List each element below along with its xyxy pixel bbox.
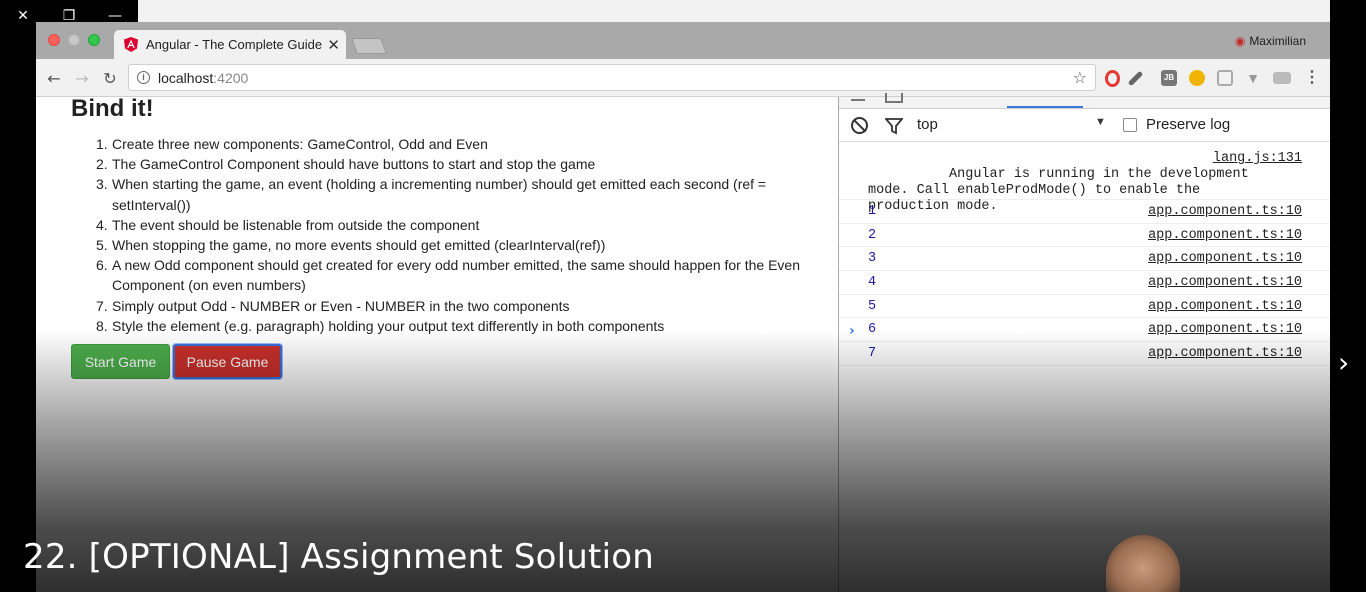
new-tab-button[interactable] <box>351 38 387 54</box>
list-item: 5. When stopping the game, no more events… <box>96 237 606 254</box>
window-zoom-button[interactable] <box>88 34 100 46</box>
chevron-down-icon[interactable]: ▼ <box>1095 116 1106 128</box>
list-item: 7. Simply output Odd - NUMBER or Even - N… <box>96 297 570 314</box>
console-row: 5 app.component.ts:10 <box>839 295 1330 319</box>
address-port: :4200 <box>213 69 249 86</box>
console-toolbar: top ▼ Preserve log <box>839 110 1330 142</box>
inspect-icon[interactable] <box>851 93 865 101</box>
forward-icon[interactable]: → <box>72 68 92 88</box>
log-value: 6 <box>868 322 877 338</box>
list-item: 8. Style the element (e.g. paragraph) hol… <box>96 317 665 334</box>
window-close-button[interactable] <box>48 34 60 46</box>
console-row: 7 app.component.ts:10 <box>839 342 1330 366</box>
tab-bar: Angular - The Complete Guide ✕ ◉ Maximil… <box>36 22 1330 59</box>
console-source-link[interactable]: lang.js:131 <box>1213 151 1302 167</box>
console-source-link[interactable]: app.component.ts:10 <box>1148 224 1302 247</box>
back-icon[interactable]: ← <box>44 68 64 88</box>
profile-button[interactable]: ◉ Maximilian <box>1235 34 1306 48</box>
video-caption: 22. [OPTIONAL] Assignment Solution <box>23 537 654 577</box>
device-toolbar-icon[interactable] <box>885 93 903 103</box>
list-item: 1. Create three new components: GameContr… <box>96 136 488 152</box>
console-row: 3 app.component.ts:10 <box>839 247 1330 272</box>
start-game-button[interactable]: Start Game <box>71 344 170 379</box>
console-source-link[interactable]: app.component.ts:10 <box>1148 271 1302 294</box>
opera-extension-icon[interactable] <box>1105 70 1120 87</box>
tab-close-icon[interactable]: ✕ <box>327 36 340 54</box>
vue-extension-icon[interactable]: ▼ <box>1245 70 1261 86</box>
list-item: 6. A new Odd component should get created… <box>96 257 800 294</box>
tab-console-indicator <box>1007 106 1083 108</box>
camera-extension-icon[interactable] <box>1273 72 1291 84</box>
angular-logo-icon <box>124 37 138 52</box>
log-value: 3 <box>868 251 877 267</box>
color-picker-extension-icon[interactable] <box>1127 70 1144 87</box>
info-icon[interactable]: i <box>137 71 150 84</box>
bookmark-star-icon[interactable]: ☆ <box>1073 68 1087 87</box>
preserve-log-checkbox[interactable] <box>1123 118 1137 132</box>
console-source-link[interactable]: app.component.ts:10 <box>1148 247 1302 270</box>
pause-game-button[interactable]: Pause Game <box>173 344 282 379</box>
preserve-log-label: Preserve log <box>1146 116 1231 133</box>
console-source-link[interactable]: app.component.ts:10 <box>1148 295 1302 318</box>
devtools-panel: top ▼ Preserve log Angular is running in… <box>839 93 1330 592</box>
gear-extension-icon[interactable] <box>1217 70 1233 86</box>
context-select[interactable]: top <box>917 116 938 133</box>
reload-icon[interactable]: ↻ <box>100 68 120 88</box>
browser-window: Angular - The Complete Guide ✕ ◉ Maximil… <box>36 22 1330 592</box>
list-item: 3. When starting the game, an event (hold… <box>96 176 767 213</box>
console-row: 4 app.component.ts:10 <box>839 271 1330 295</box>
console-prompt-icon[interactable]: › <box>849 323 855 339</box>
console-source-link[interactable]: app.component.ts:10 <box>1148 318 1302 341</box>
profile-icon: ◉ <box>1234 34 1246 48</box>
page-title: Bind it! <box>71 97 154 122</box>
tab-title: Angular - The Complete Guide <box>146 37 323 52</box>
jetbrains-extension-icon[interactable]: JB <box>1161 70 1177 86</box>
moon-extension-icon[interactable] <box>1189 70 1205 86</box>
profile-name: Maximilian <box>1249 34 1306 48</box>
console-output: Angular is running in the development mo… <box>839 143 1330 366</box>
console-source-link[interactable]: app.component.ts:10 <box>1148 342 1302 365</box>
address-bar[interactable]: i localhost:4200 ☆ <box>128 64 1096 91</box>
clear-console-icon[interactable] <box>851 117 868 134</box>
devtools-tab-strip <box>839 93 1330 109</box>
console-row: 6 app.component.ts:10 <box>839 318 1330 343</box>
page-content: Bind it! 1. Create three new components: … <box>36 97 838 592</box>
task-list: 1. Create three new components: GameContr… <box>96 134 812 336</box>
tab-angular-guide[interactable]: Angular - The Complete Guide ✕ <box>114 30 346 59</box>
browser-menu-icon[interactable]: ⋮ <box>1304 70 1320 86</box>
browser-toolbar: ← → ↻ i localhost:4200 ☆ JB ▼ ⋮ <box>36 59 1330 97</box>
window-minimize-button[interactable] <box>68 34 80 46</box>
top-strip <box>138 0 1330 22</box>
console-row: 2 app.component.ts:10 <box>839 224 1330 248</box>
console-message: Angular is running in the development mo… <box>839 143 1330 214</box>
console-source-link[interactable]: app.component.ts:10 <box>1148 200 1302 223</box>
log-value: 4 <box>868 275 877 291</box>
list-item: 2. The GameControl Component should have … <box>96 156 596 173</box>
address-host: localhost <box>158 69 214 86</box>
list-item: 4. The event should be listenable from ou… <box>96 216 480 233</box>
console-row: 1 app.component.ts:10 <box>839 200 1330 224</box>
filter-icon[interactable] <box>885 118 903 135</box>
log-value: 2 <box>868 227 877 243</box>
log-value: 5 <box>868 298 877 314</box>
video-player: ✕ ❐ — Angular - The Complete Guide ✕ ◉ M… <box>0 0 1366 592</box>
log-value: 1 <box>868 204 877 219</box>
log-value: 7 <box>868 346 877 362</box>
next-lecture-icon[interactable]: › <box>1338 346 1349 379</box>
